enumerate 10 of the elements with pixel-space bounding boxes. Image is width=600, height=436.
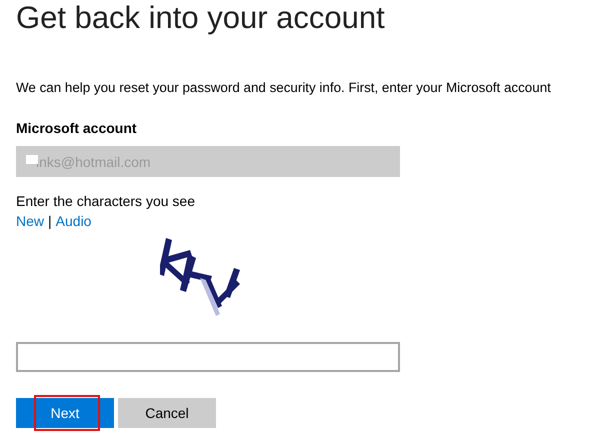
separator: |	[48, 212, 52, 230]
cancel-button[interactable]: Cancel	[118, 398, 216, 428]
next-button[interactable]: Next	[16, 398, 114, 428]
answer-field[interactable]	[16, 342, 400, 372]
captcha-link[interactable]: Audio	[56, 212, 92, 230]
intro-text: We can help you reset your password and security info. First, enter your Microsoft account	[16, 79, 552, 97]
captcha-prompt: Enter the characters you see	[16, 192, 196, 210]
captcha-link[interactable]: New	[16, 212, 44, 230]
page-title: Get back into your account	[16, 0, 386, 36]
field-label: Microsoft account	[16, 119, 138, 137]
